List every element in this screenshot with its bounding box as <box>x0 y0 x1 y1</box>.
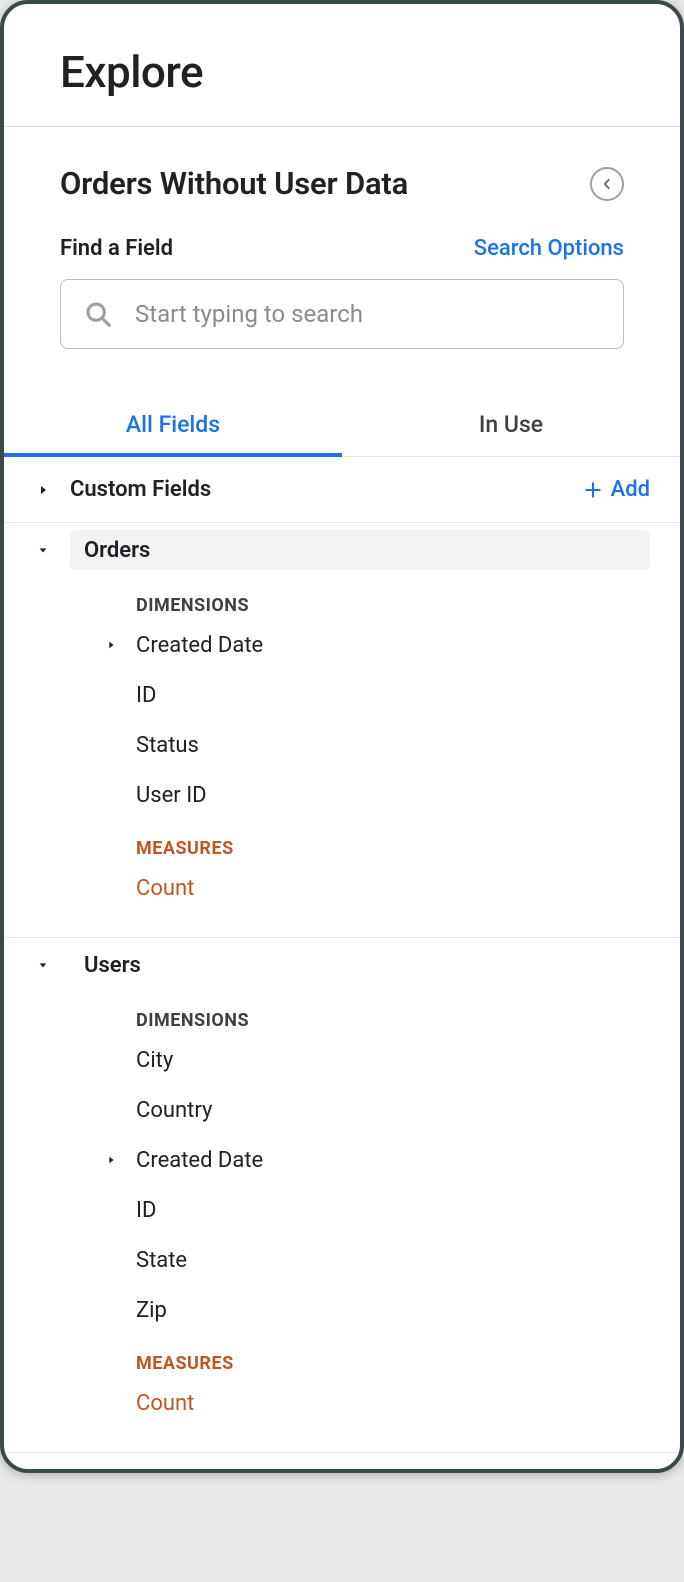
dimension-item[interactable]: Created Date <box>4 620 680 670</box>
view-group: Orders DIMENSIONS Created Date ID Status User… <box>4 523 680 938</box>
view-name-wrap: Users <box>70 945 650 985</box>
dimension-label: Status <box>100 733 199 758</box>
search-input[interactable] <box>133 299 601 329</box>
tab-in-use[interactable]: In Use <box>342 395 680 456</box>
find-field-label: Find a Field <box>60 236 173 261</box>
tab-all-fields[interactable]: All Fields <box>4 395 342 456</box>
dimensions-header: DIMENSIONS <box>4 992 680 1035</box>
dimension-item[interactable]: Zip <box>4 1285 680 1335</box>
caret-down-icon[interactable] <box>34 545 52 555</box>
dimension-label: Zip <box>100 1298 167 1323</box>
view-name: Users <box>84 953 141 978</box>
dimension-item[interactable]: Country <box>4 1085 680 1135</box>
dimension-label: Country <box>100 1098 212 1123</box>
search-box[interactable] <box>60 279 624 349</box>
field-tabs: All Fields In Use <box>4 395 680 457</box>
caret-right-icon[interactable] <box>34 484 52 496</box>
measures-header: MEASURES <box>4 820 680 863</box>
page-title: Explore <box>60 46 624 98</box>
measures-header: MEASURES <box>4 1335 680 1378</box>
search-options-link[interactable]: Search Options <box>474 236 624 261</box>
search-icon <box>83 299 113 329</box>
dimension-label: Created Date <box>136 1148 263 1173</box>
dimensions-header: DIMENSIONS <box>4 577 680 620</box>
add-custom-field-button[interactable]: Add <box>583 477 650 502</box>
add-label: Add <box>611 477 650 502</box>
dimension-label: User ID <box>100 783 207 808</box>
dimension-label: Created Date <box>136 633 263 658</box>
dimension-item[interactable]: Created Date <box>4 1135 680 1185</box>
view-group: Users DIMENSIONS City Country Created Date ID… <box>4 938 680 1453</box>
measure-label: Count <box>100 876 194 901</box>
dimension-item[interactable]: State <box>4 1235 680 1285</box>
custom-fields-label: Custom Fields <box>70 477 565 502</box>
view-name: Orders <box>84 538 150 563</box>
dimension-item[interactable]: City <box>4 1035 680 1085</box>
collapse-panel-button[interactable] <box>590 167 624 201</box>
view-header[interactable]: Users <box>4 938 680 992</box>
dimension-label: City <box>100 1048 173 1073</box>
dimension-item[interactable]: User ID <box>4 770 680 820</box>
dimension-label: ID <box>100 683 156 708</box>
measure-label: Count <box>100 1391 194 1416</box>
dimension-item[interactable]: Status <box>4 720 680 770</box>
view-name-wrap: Orders <box>70 530 650 570</box>
custom-fields-row[interactable]: Custom Fields Add <box>4 457 680 523</box>
measure-item[interactable]: Count <box>4 1378 680 1428</box>
measure-item[interactable]: Count <box>4 863 680 913</box>
caret-right-icon[interactable] <box>100 639 122 651</box>
view-header[interactable]: Orders <box>4 523 680 577</box>
caret-right-icon[interactable] <box>100 1154 122 1166</box>
explore-name: Orders Without User Data <box>60 165 408 202</box>
plus-icon <box>583 480 603 500</box>
chevron-left-icon <box>600 177 614 191</box>
dimension-label: ID <box>100 1198 156 1223</box>
dimension-item[interactable]: ID <box>4 670 680 720</box>
dimension-item[interactable]: ID <box>4 1185 680 1235</box>
caret-down-icon[interactable] <box>34 960 52 970</box>
dimension-label: State <box>100 1248 187 1273</box>
